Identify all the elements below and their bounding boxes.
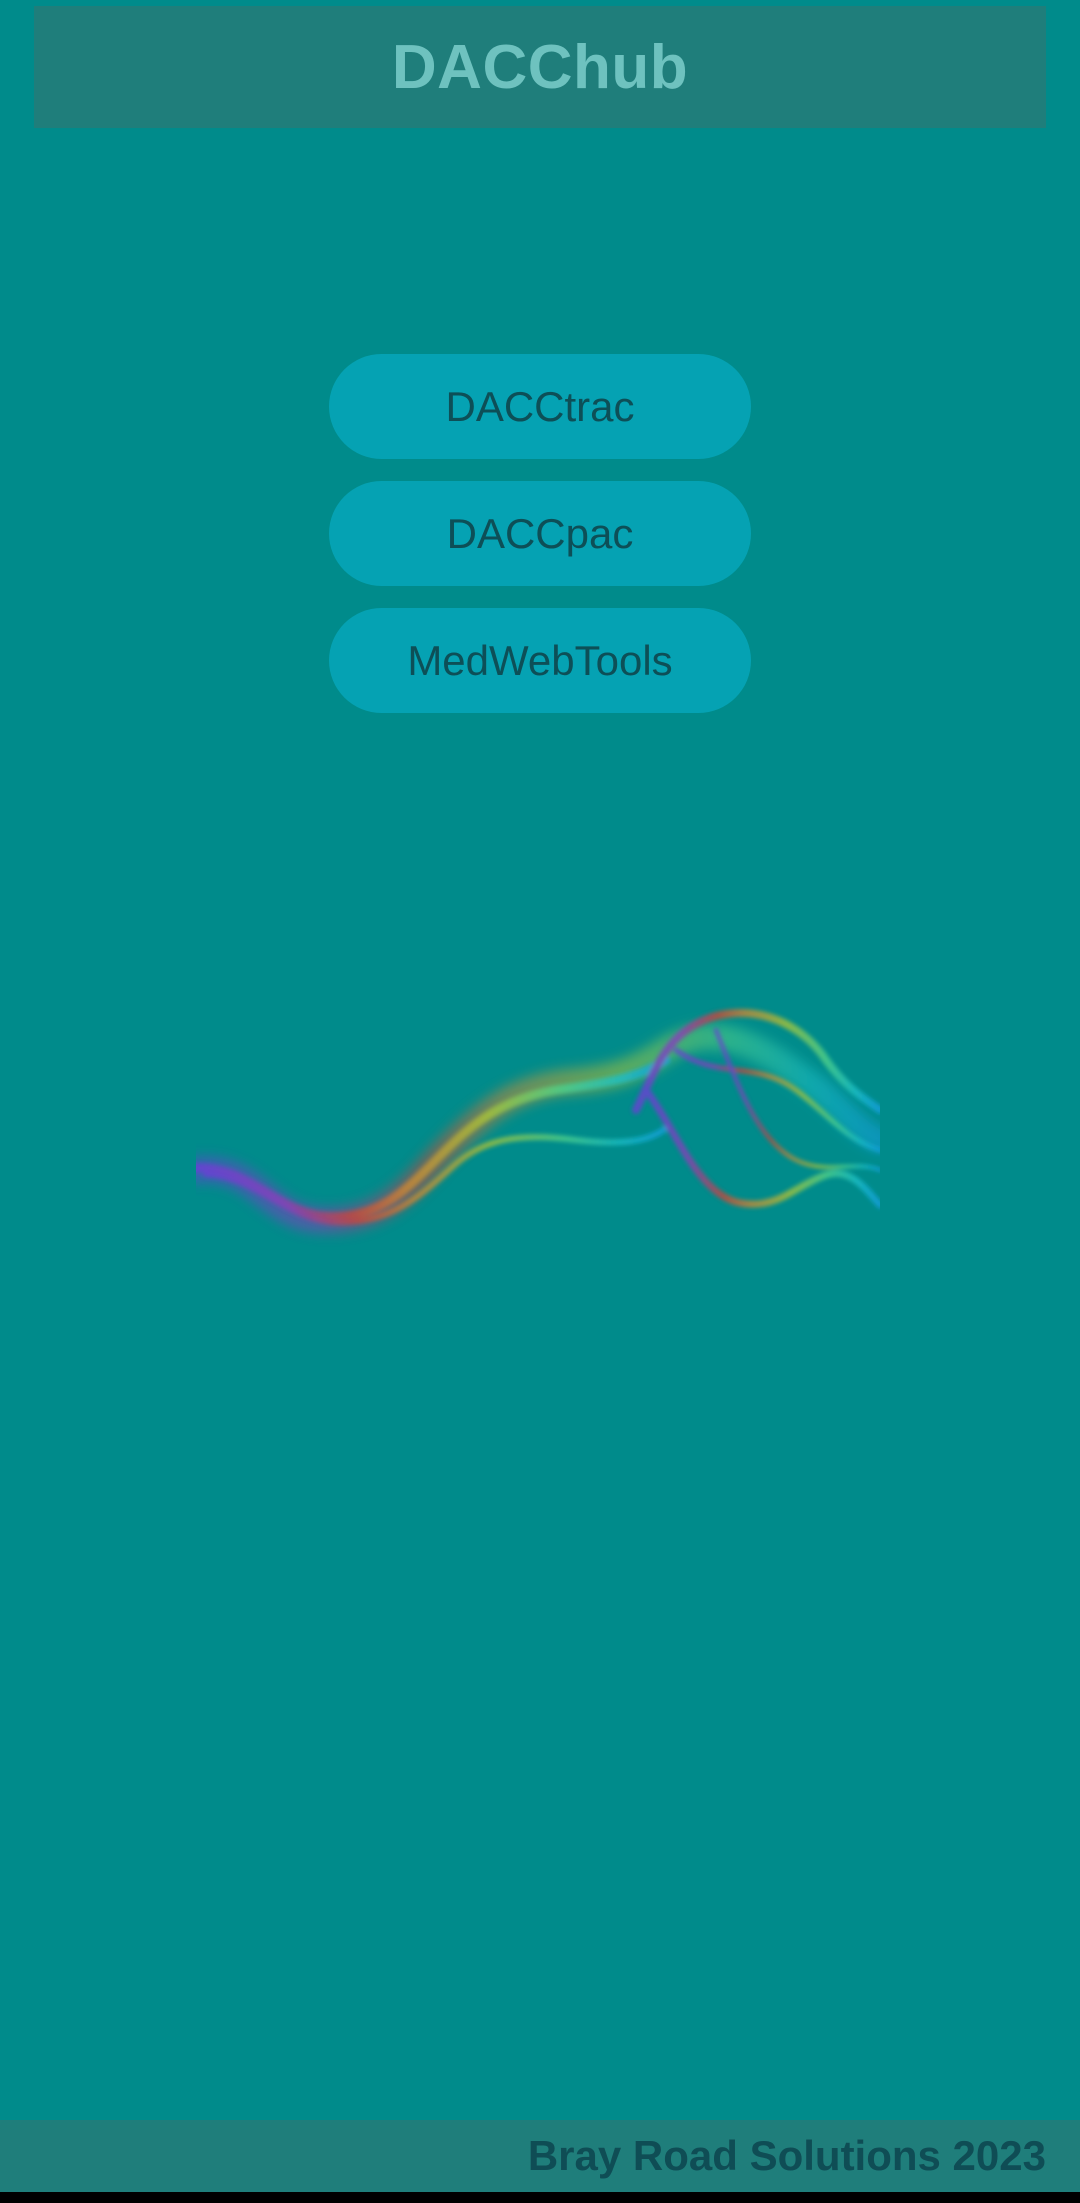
daccTrac-button[interactable]: DACCtrac <box>329 354 751 459</box>
app-title: DACChub <box>391 32 689 102</box>
app-header: DACChub <box>34 6 1046 128</box>
footer-copyright: Bray Road Solutions 2023 <box>527 2132 1046 2179</box>
system-navigation-bar <box>0 2192 1080 2203</box>
medwebtools-button[interactable]: MedWebTools <box>329 608 751 713</box>
daccPac-button[interactable]: DACCpac <box>329 481 751 586</box>
nav-menu: DACCtrac DACCpac MedWebTools <box>329 354 751 735</box>
footer: Bray Road Solutions 2023 <box>0 2120 1080 2192</box>
smoke-graphic <box>196 1009 880 1234</box>
